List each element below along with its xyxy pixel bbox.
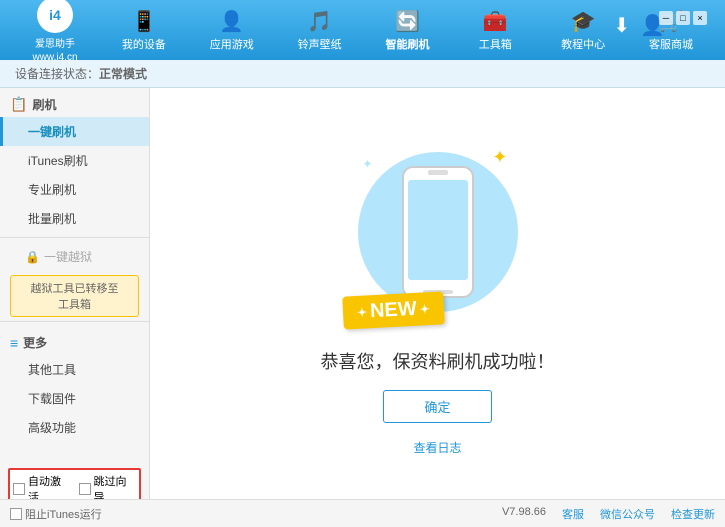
more-section-icon: ≡ (10, 335, 18, 351)
sparkle-top-right: ✦ (492, 147, 507, 168)
sidebar-item-other-tools[interactable]: 其他工具 (0, 355, 149, 384)
sidebar-item-pro-flash[interactable]: 专业刷机 (0, 175, 149, 204)
sidebar-section-more: ≡ 更多 (0, 326, 149, 355)
sidebar: 📋 刷机 一键刷机 iTunes刷机 专业刷机 批量刷机 🔒 一键越狱 越狱工具… (0, 88, 150, 499)
success-panel: ✦ ✦ ✦ NEW ✦ 恭喜您，保资料刷机成功啦！ 确定 查看日志 (321, 132, 555, 456)
tutorials-icon: 🎓 (571, 9, 596, 34)
logo-area: i4 爱思助手 www.i4.cn (10, 0, 100, 63)
bottom-left: 阻止iTunes运行 (10, 506, 102, 522)
bottom-right: V7.98.66 客服 微信公众号 检查更新 (502, 506, 715, 522)
new-badge-sparkle-right: ✦ (419, 301, 430, 316)
stop-itunes-label: 阻止iTunes运行 (25, 506, 102, 522)
skip-wizard-label: 跳过向导 (94, 473, 137, 499)
top-navigation-bar: i4 爱思助手 www.i4.cn 📱 我的设备 👤 应用游戏 🎵 铃声壁纸 🔄… (0, 0, 725, 60)
content-area: ✦ ✦ ✦ NEW ✦ 恭喜您，保资料刷机成功啦！ 确定 查看日志 (150, 88, 725, 499)
sidebar-item-download-firmware[interactable]: 下载固件 (0, 384, 149, 413)
sidebar-disabled-jailbreak: 🔒 一键越狱 (0, 242, 149, 271)
status-bar: 设备连接状态： 正常模式 (0, 60, 725, 88)
logo-icon: i4 (37, 0, 73, 33)
nav-toolbox[interactable]: 🧰 工具箱 (465, 9, 525, 52)
success-message: 恭喜您，保资料刷机成功啦！ (321, 348, 555, 374)
new-badge-sparkle-left: ✦ (356, 304, 367, 319)
ringtones-icon: 🎵 (307, 9, 332, 34)
phone-svg (398, 162, 478, 302)
nav-smart-flash[interactable]: 🔄 智能刷机 (377, 9, 437, 52)
sidebar-divider (0, 237, 149, 238)
stop-itunes-checkbox-box[interactable] (10, 508, 22, 520)
sidebar-divider2 (0, 321, 149, 322)
status-prefix: 设备连接状态： (15, 65, 99, 82)
bottom-status-bar: 阻止iTunes运行 V7.98.66 客服 微信公众号 检查更新 (0, 499, 725, 527)
wechat-link[interactable]: 微信公众号 (600, 506, 655, 522)
auto-activate-checkbox-box[interactable] (13, 483, 25, 495)
sidebar-item-advanced[interactable]: 高级功能 (0, 413, 149, 442)
nav-tutorials[interactable]: 🎓 教程中心 (553, 9, 613, 52)
sparkle-top-left: ✦ (363, 157, 373, 171)
logo-letter: i4 (49, 7, 61, 23)
sidebar-item-itunes-flash[interactable]: iTunes刷机 (0, 146, 149, 175)
more-section-label: 更多 (23, 334, 47, 351)
skip-wizard-checkbox-box[interactable] (79, 483, 91, 495)
logo-subtext: www.i4.cn (32, 52, 77, 63)
new-badge: ✦ NEW ✦ (342, 291, 444, 329)
view-log-link[interactable]: 查看日志 (413, 439, 461, 456)
sidebar-item-one-click-flash[interactable]: 一键刷机 (0, 117, 149, 146)
toolbox-icon: 🧰 (483, 9, 508, 34)
stop-itunes-checkbox[interactable]: 阻止iTunes运行 (10, 506, 102, 522)
check-update-link[interactable]: 检查更新 (671, 506, 715, 522)
version-label: V7.98.66 (502, 506, 546, 522)
sidebar-notice: 越狱工具已转移至工具箱 (10, 275, 139, 317)
download-icon[interactable]: ⬇ (613, 13, 630, 38)
auto-activate-checkbox[interactable]: 自动激活 (13, 473, 71, 499)
auto-activate-label: 自动激活 (28, 473, 71, 499)
nav-smart-flash-label: 智能刷机 (385, 36, 429, 52)
flash-section-icon: 📋 (10, 96, 27, 113)
status-mode: 正常模式 (99, 65, 147, 82)
nav-apps[interactable]: 👤 应用游戏 (202, 9, 262, 52)
my-device-icon: 📱 (131, 9, 156, 34)
logo-text: 爱思助手 (35, 35, 75, 50)
close-button[interactable]: × (693, 11, 707, 25)
main-layout: 📋 刷机 一键刷机 iTunes刷机 专业刷机 批量刷机 🔒 一键越狱 越狱工具… (0, 88, 725, 499)
nav-my-device[interactable]: 📱 我的设备 (114, 9, 174, 52)
nav-ringtones-label: 铃声壁纸 (298, 36, 342, 52)
customer-service-link[interactable]: 客服 (562, 506, 584, 522)
confirm-button[interactable]: 确定 (383, 390, 491, 423)
smart-flash-icon: 🔄 (395, 9, 420, 34)
nav-apps-label: 应用游戏 (210, 36, 254, 52)
sidebar-section-flash: 📋 刷机 (0, 88, 149, 117)
device-checkbox-panel: 自动激活 跳过向导 📱 iPhone 15 Pro Max 512GB iPho… (0, 462, 149, 499)
new-badge-text: NEW (369, 297, 417, 322)
sidebar-item-batch-flash[interactable]: 批量刷机 (0, 204, 149, 233)
apps-icon: 👤 (219, 9, 244, 34)
user-icon[interactable]: 👤 (640, 13, 665, 38)
phone-illustration: ✦ ✦ ✦ NEW ✦ (338, 132, 538, 332)
device-checkboxes-container: 自动激活 跳过向导 (8, 468, 141, 499)
nav-tutorials-label: 教程中心 (561, 36, 605, 52)
flash-section-label: 刷机 (32, 96, 56, 113)
nav-my-device-label: 我的设备 (122, 36, 166, 52)
nav-toolbox-label: 工具箱 (479, 36, 512, 52)
skip-wizard-checkbox[interactable]: 跳过向导 (79, 473, 137, 499)
nav-ringtones[interactable]: 🎵 铃声壁纸 (290, 9, 350, 52)
maximize-button[interactable]: □ (676, 11, 690, 25)
